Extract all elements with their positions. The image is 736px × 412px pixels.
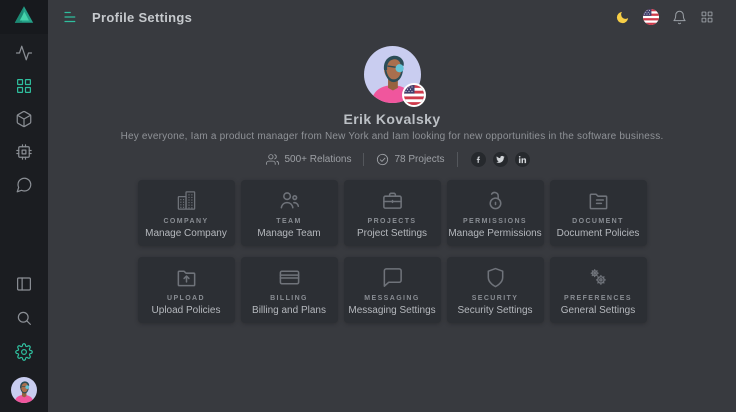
card-sublabel: Manage Permissions [448,228,541,239]
settings-card-preferences[interactable]: PREFERENCES General Settings [550,257,647,323]
sidebar-nav-top [10,44,38,194]
card-label: SECURITY [472,295,519,302]
social-link-linkedin[interactable] [515,152,530,167]
header-action-language[interactable] [643,9,659,25]
settings-cards-grid: COMPANY Manage Company TEAM Manage Team … [138,180,647,323]
sidebar-item-settings[interactable] [10,343,38,361]
profile-stats-row: 500+ Relations 78 Projects [254,152,529,167]
team-icon [278,189,301,212]
card-label: PREFERENCES [564,295,632,302]
profile-stat: 500+ Relations [254,153,363,166]
gears-icon [587,266,610,289]
linkedin-icon [518,155,527,164]
profile-avatar [364,46,421,103]
layout-sidebar-icon [15,275,33,293]
gear-icon [15,343,33,361]
shield-icon [484,266,507,289]
facebook-icon [474,155,483,164]
card-label: BILLING [270,295,308,302]
card-sublabel: Project Settings [357,228,427,239]
menu-toggle-button[interactable] [62,8,80,26]
header-action-dark-mode[interactable] [615,10,630,25]
settings-card-permissions[interactable]: PERMISSIONS Manage Permissions [447,180,544,246]
settings-card-messaging[interactable]: MESSAGING Messaging Settings [344,257,441,323]
card-label: UPLOAD [167,295,205,302]
sidebar [0,0,48,412]
briefcase-icon [381,189,404,212]
header-action-notifications[interactable] [672,10,687,25]
folder-upload-icon [175,266,198,289]
stat-label: 78 Projects [394,154,444,165]
card-sublabel: Billing and Plans [252,305,326,316]
card-label: MESSAGING [364,295,419,302]
flag-us-icon [643,9,659,25]
users-icon [266,153,279,166]
card-label: TEAM [276,218,301,225]
stats-group: 500+ Relations 78 Projects [254,153,456,166]
settings-card-company[interactable]: COMPANY Manage Company [138,180,235,246]
profile-name: Erik Kovalsky [343,111,440,127]
card-sublabel: Manage Company [145,228,227,239]
country-flag-badge [404,85,424,105]
sidebar-item-dashboard[interactable] [10,77,38,95]
logo-triangle-icon [13,4,35,31]
hamburger-icon [62,8,80,26]
credit-card-icon [278,266,301,289]
folder-document-icon [587,189,610,212]
sidebar-item-search[interactable] [10,309,38,327]
stat-label: 500+ Relations [284,154,351,165]
brand-logo[interactable] [0,0,48,34]
bell-icon [672,10,687,25]
sidebar-item-profile[interactable] [10,377,38,403]
sidebar-nav-bottom [10,275,38,412]
card-label: PROJECTS [368,218,417,225]
sidebar-item-activity[interactable] [10,44,38,62]
box-icon [15,110,33,128]
card-sublabel: Messaging Settings [348,305,435,316]
search-icon [15,309,33,327]
profile-header: Erik Kovalsky Hey everyone, Iam a produc… [48,34,736,167]
sidebar-item-system[interactable] [10,143,38,161]
moon-icon [615,10,630,25]
header-bar: Profile Settings [48,0,736,34]
activity-icon [15,44,33,62]
check-circle-icon [376,153,389,166]
settings-card-billing[interactable]: BILLING Billing and Plans [241,257,338,323]
main-content: Erik Kovalsky Hey everyone, Iam a produc… [48,34,736,412]
sidebar-item-chat[interactable] [10,176,38,194]
card-sublabel: Security Settings [457,305,532,316]
avatar-man-icon [11,377,37,403]
settings-card-security[interactable]: SECURITY Security Settings [447,257,544,323]
card-label: COMPANY [163,218,208,225]
page-title: Profile Settings [92,10,192,25]
sidebar-item-panels[interactable] [10,275,38,293]
settings-card-team[interactable]: TEAM Manage Team [241,180,338,246]
card-sublabel: Document Policies [557,228,640,239]
message-circle-icon [15,176,33,194]
cpu-icon [15,143,33,161]
settings-card-upload[interactable]: UPLOAD Upload Policies [138,257,235,323]
grid-icon [15,77,33,95]
profile-stat: 78 Projects [363,153,456,166]
settings-card-projects[interactable]: PROJECTS Project Settings [344,180,441,246]
sidebar-item-packages[interactable] [10,110,38,128]
card-label: DOCUMENT [572,218,624,225]
buildings-icon [175,189,198,212]
settings-card-document[interactable]: DOCUMENT Document Policies [550,180,647,246]
social-links [457,152,530,167]
twitter-icon [496,155,505,164]
card-label: PERMISSIONS [463,218,527,225]
profile-bio: Hey everyone, Iam a product manager from… [121,131,664,142]
header-actions [615,9,714,25]
message-square-icon [381,266,404,289]
card-sublabel: Manage Team [257,228,320,239]
header-action-apps[interactable] [700,10,714,24]
social-link-facebook[interactable] [471,152,486,167]
grid-icon [700,10,714,24]
app-window: Profile Settings [0,0,736,412]
card-sublabel: Upload Policies [152,305,221,316]
social-link-twitter[interactable] [493,152,508,167]
unlock-icon [484,189,507,212]
card-sublabel: General Settings [561,305,636,316]
